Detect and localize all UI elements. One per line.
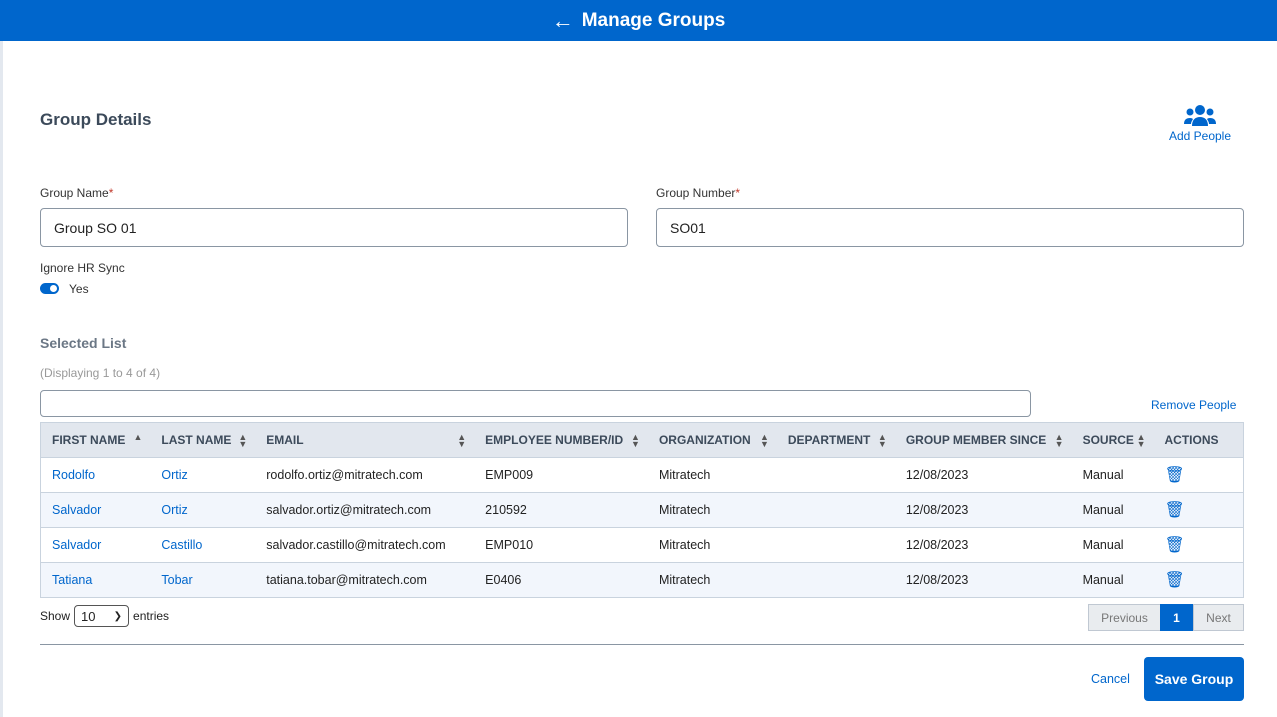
sort-icon: ▲ ▼	[457, 432, 467, 449]
organization-cell: Mitratech	[647, 527, 777, 563]
organization-cell: Mitratech	[647, 562, 777, 598]
trash-icon[interactable]: 🗑	[1165, 572, 1185, 589]
divider	[40, 644, 1244, 645]
last-name-cell[interactable]: Castillo	[150, 527, 256, 563]
employee-number-cell: E0406	[474, 562, 648, 598]
col-employee-number[interactable]: EMPLOYEE NUMBER/ID ▲ ▼	[474, 422, 648, 458]
department-cell	[776, 527, 895, 563]
organization-cell: Mitratech	[647, 457, 777, 493]
member-since-cell: 12/08/2023	[894, 562, 1072, 598]
entries-label: entries	[133, 609, 170, 623]
col-email[interactable]: EMAIL ▲ ▼	[255, 422, 475, 458]
remove-people-link[interactable]: Remove People	[1151, 398, 1236, 412]
col-organization[interactable]: ORGANIZATION ▲ ▼	[647, 422, 777, 458]
source-cell: Manual	[1071, 457, 1154, 493]
sort-icon: ▲ ▼	[1136, 432, 1146, 449]
actions-cell: 🗑	[1153, 492, 1244, 528]
add-people-button[interactable]: Add People	[1165, 104, 1235, 143]
selected-list-title: Selected List	[40, 335, 127, 351]
members-table: FIRST NAME ▲ LAST NAME ▲ ▼ EMAIL ▲ ▼ EMPLOYEE…	[40, 422, 1244, 598]
last-name-cell[interactable]: Ortiz	[150, 457, 256, 493]
first-name-cell[interactable]: Rodolfo	[40, 457, 151, 493]
displaying-count: (Displaying 1 to 4 of 4)	[40, 366, 161, 380]
first-name-cell[interactable]: Tatiana	[40, 562, 151, 598]
table-row: Rodolfo Ortiz rodolfo.ortiz@mitratech.com E…	[40, 457, 1244, 493]
group-number-input[interactable]: SO01	[656, 208, 1244, 247]
left-border	[0, 41, 3, 717]
trash-icon[interactable]: 🗑	[1165, 502, 1185, 519]
table-row: Salvador Ortiz salvador.ortiz@mitratech.co…	[40, 492, 1244, 528]
email-cell: salvador.ortiz@mitratech.com	[255, 492, 475, 528]
email-cell: tatiana.tobar@mitratech.com	[255, 562, 475, 598]
actions-cell: 🗑	[1153, 562, 1244, 598]
source-cell: Manual	[1071, 562, 1154, 598]
department-cell	[776, 457, 895, 493]
employee-number-cell: 210592	[474, 492, 648, 528]
actions-cell: 🗑	[1153, 527, 1244, 563]
organization-cell: Mitratech	[647, 492, 777, 528]
section-title: Group Details	[40, 110, 152, 129]
group-name-input[interactable]: Group SO 01	[40, 208, 628, 247]
group-number-label: Group Number*	[656, 186, 741, 200]
col-actions: ACTIONS	[1153, 422, 1244, 458]
group-name-label: Group Name*	[40, 186, 114, 200]
employee-number-cell: EMP010	[474, 527, 648, 563]
sort-icon: ▲ ▼	[877, 432, 887, 449]
col-department[interactable]: DEPARTMENT ▲ ▼	[776, 422, 895, 458]
source-cell: Manual	[1071, 527, 1154, 563]
table-row: Salvador Castillo salvador.castillo@mitrat…	[40, 527, 1244, 563]
arrow-left-icon[interactable]: ←	[552, 8, 574, 34]
source-cell: Manual	[1071, 492, 1154, 528]
col-last-name[interactable]: LAST NAME ▲ ▼	[150, 422, 256, 458]
member-since-cell: 12/08/2023	[894, 492, 1072, 528]
add-people-label: Add People	[1168, 129, 1232, 143]
chevron-down-icon: ❯	[113, 610, 123, 622]
col-first-name[interactable]: FIRST NAME ▲	[40, 422, 151, 458]
member-since-cell: 12/08/2023	[894, 457, 1072, 493]
sort-icon: ▲ ▼	[1054, 432, 1064, 449]
top-bar: ← Manage Groups	[0, 0, 1277, 41]
sort-icon: ▲ ▼	[631, 432, 640, 449]
col-source[interactable]: SOURCE ▲ ▼	[1071, 422, 1154, 458]
previous-button[interactable]: Previous	[1088, 604, 1161, 631]
search-input[interactable]	[40, 390, 1031, 417]
ignore-hr-label: Ignore HR Sync	[40, 261, 125, 275]
save-group-button[interactable]: Save Group	[1144, 657, 1244, 701]
trash-icon[interactable]: 🗑	[1165, 537, 1185, 554]
page-size-control: Show 10 ❯ entries	[40, 605, 169, 627]
page-title: Manage Groups	[581, 9, 726, 31]
ignore-hr-value: Yes	[69, 282, 89, 296]
first-name-cell[interactable]: Salvador	[40, 527, 151, 563]
last-name-cell[interactable]: Tobar	[150, 562, 256, 598]
next-button[interactable]: Next	[1193, 604, 1244, 631]
sort-icon: ▲ ▼	[238, 432, 248, 449]
first-name-cell[interactable]: Salvador	[40, 492, 151, 528]
page-1-button[interactable]: 1	[1160, 604, 1193, 631]
ignore-hr-toggle[interactable]	[40, 283, 59, 294]
email-cell: salvador.castillo@mitratech.com	[255, 527, 475, 563]
page-size-select[interactable]: 10 ❯	[74, 605, 130, 627]
email-cell: rodolfo.ortiz@mitratech.com	[255, 457, 475, 493]
sort-asc-icon: ▲	[133, 432, 143, 442]
col-member-since[interactable]: GROUP MEMBER SINCE ▲ ▼	[894, 422, 1072, 458]
last-name-cell[interactable]: Ortiz	[150, 492, 256, 528]
trash-icon[interactable]: 🗑	[1165, 467, 1185, 484]
actions-cell: 🗑	[1153, 457, 1244, 493]
show-label: Show	[40, 609, 71, 623]
sort-icon: ▲ ▼	[759, 432, 769, 449]
cancel-button[interactable]: Cancel	[1091, 672, 1130, 686]
table-row: Tatiana Tobar tatiana.tobar@mitratech.com E…	[40, 562, 1244, 598]
department-cell	[776, 492, 895, 528]
department-cell	[776, 562, 895, 598]
employee-number-cell: EMP009	[474, 457, 648, 493]
member-since-cell: 12/08/2023	[894, 527, 1072, 563]
users-icon	[1184, 105, 1216, 126]
